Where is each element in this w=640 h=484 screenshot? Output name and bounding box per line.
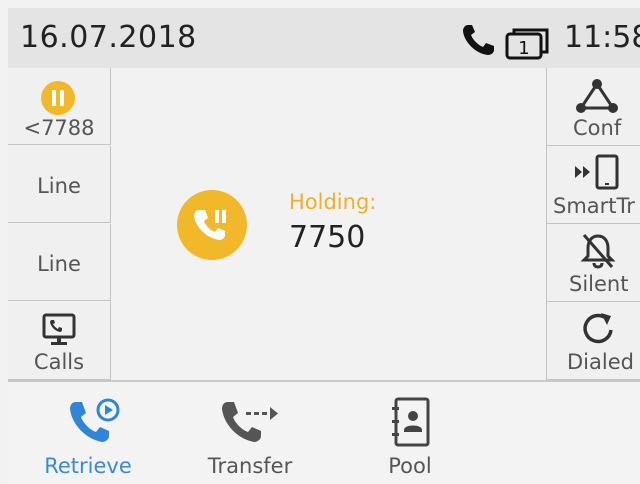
retrieve-label: Retrieve [44,454,132,478]
smart-transfer-key[interactable]: SmartTr [546,146,640,224]
calls-monitor-icon [42,313,76,345]
line-number: 1 [518,38,529,59]
phone-screen: 16.07.2018 1 11:58 <7788 Line Line [0,0,640,484]
status-date: 16.07.2018 [20,20,197,55]
line-key-2[interactable]: Line [8,146,111,223]
line-icon: 1 [505,28,549,60]
call-number: 7750 [289,220,366,255]
call-area: Holding: 7750 [111,68,546,380]
silent-key-label: Silent [569,272,629,296]
conf-key-label: Conf [573,116,622,140]
dialed-key-label: Dialed [567,350,634,374]
transfer-button[interactable]: Transfer [182,382,318,484]
status-time: 11:58 [564,20,640,55]
line-key-hold[interactable]: <7788 [8,68,111,145]
pool-label: Pool [388,454,432,478]
line-key-3[interactable]: Line [8,224,111,301]
pool-button[interactable]: Pool [342,382,478,484]
line-key-2-label: Line [37,174,81,198]
status-bar: 16.07.2018 1 11:58 [8,8,640,69]
transfer-label: Transfer [207,454,293,478]
dialed-key[interactable]: Dialed [546,302,640,380]
silent-bell-icon [581,234,615,269]
silent-key[interactable]: Silent [546,224,640,302]
smart-transfer-icon [575,154,619,190]
line-key-hold-label: <7788 [23,116,95,140]
phone-hold-icon [177,190,247,260]
call-status-label: Holding: [289,190,377,214]
pool-icon [392,397,430,447]
phone-icon [463,25,494,55]
bottom-softkeys: Retrieve Transfer Pool [8,380,640,484]
retrieve-icon [70,398,120,442]
smart-transfer-key-label: SmartTr [553,194,635,218]
transfer-icon [222,402,278,442]
right-softkeys: Conf SmartTr Silent Dialed [546,68,640,380]
calls-key-label: Calls [33,350,85,374]
left-softkeys: <7788 Line Line Calls [8,68,111,380]
redial-icon [583,313,613,344]
conference-icon [576,79,618,113]
calls-key[interactable]: Calls [8,302,111,380]
retrieve-button[interactable]: Retrieve [20,382,156,484]
line-key-3-label: Line [37,252,81,276]
conf-key[interactable]: Conf [546,68,640,146]
hold-status-icon [41,81,75,115]
